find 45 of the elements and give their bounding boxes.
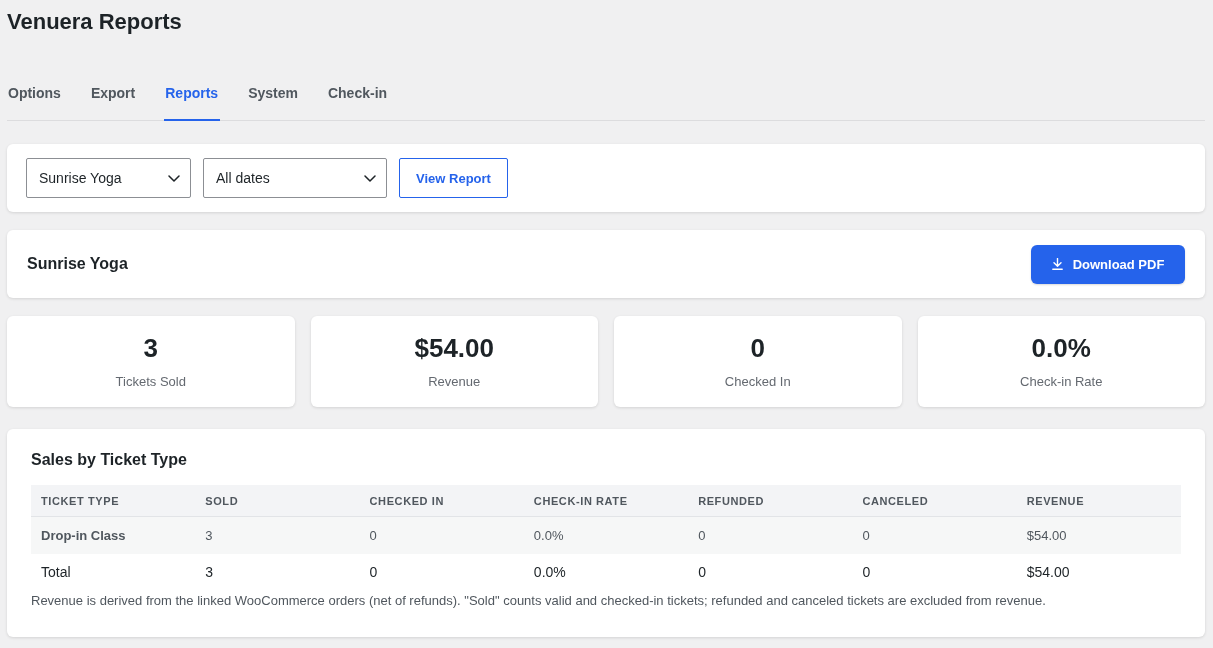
table-cell: 0 bbox=[688, 516, 853, 554]
table-note: Revenue is derived from the linked WooCommerce orders (net of refunds). "Sold" counts valid and checked-in tickets; refunded and canceled tickets are excluded from revenue. bbox=[31, 593, 1047, 609]
stat-label: Revenue bbox=[427, 374, 482, 390]
page-title: Venuera Reports bbox=[7, 8, 183, 36]
column-header: CANCELED bbox=[852, 485, 1017, 517]
stat-label: Tickets Sold bbox=[114, 374, 187, 390]
column-header: REVENUE bbox=[1016, 485, 1181, 517]
chevron-down-icon bbox=[168, 174, 180, 182]
column-header: SOLD bbox=[195, 485, 360, 517]
table-cell: 0 bbox=[688, 554, 853, 590]
table-cell: $54.00 bbox=[1016, 554, 1181, 590]
download-icon bbox=[1051, 258, 1063, 270]
stat-value: 0.0% bbox=[1030, 334, 1092, 362]
download-pdf-button[interactable]: Download PDF bbox=[1031, 244, 1185, 284]
nav-tab[interactable]: Reports bbox=[164, 74, 221, 121]
column-header: CHECKED IN bbox=[359, 485, 524, 517]
table-cell: 0 bbox=[359, 554, 524, 590]
date-select[interactable]: All dates bbox=[203, 158, 387, 198]
table-cell: 3 bbox=[195, 554, 360, 590]
column-header: REFUNDED bbox=[688, 485, 853, 517]
stat-value: 0 bbox=[749, 334, 766, 362]
table-cell: Total bbox=[31, 554, 196, 590]
table-cell: $54.00 bbox=[1016, 516, 1181, 554]
column-header: CHECK-IN RATE bbox=[523, 485, 689, 517]
table-cell: 0 bbox=[852, 554, 1017, 590]
chevron-down-icon bbox=[364, 174, 376, 182]
nav-tab[interactable]: System bbox=[247, 74, 300, 121]
stat-value: $54.00 bbox=[413, 334, 495, 362]
column-header: TICKET TYPE bbox=[31, 485, 196, 517]
report-title: Sunrise Yoga bbox=[27, 255, 128, 273]
stat-value: 3 bbox=[142, 334, 159, 362]
stat-label: Checked In bbox=[723, 374, 792, 390]
section-title: Sales by Ticket Type bbox=[31, 451, 188, 469]
nav-tab[interactable]: Options bbox=[7, 74, 63, 121]
event-select[interactable]: Sunrise Yoga bbox=[26, 158, 191, 198]
table-cell: Drop-in Class bbox=[31, 516, 196, 554]
table-cell: 0 bbox=[852, 516, 1017, 554]
stat-label: Check-in Rate bbox=[1019, 374, 1104, 390]
table-cell: 3 bbox=[195, 516, 360, 554]
view-report-button[interactable]: View Report bbox=[399, 158, 508, 198]
table-cell: 0 bbox=[359, 516, 524, 554]
table-cell: 0.0% bbox=[523, 516, 689, 554]
table-cell: 0.0% bbox=[523, 554, 689, 590]
nav-tab[interactable]: Check-in bbox=[326, 74, 390, 121]
nav-tab[interactable]: Export bbox=[89, 74, 138, 121]
